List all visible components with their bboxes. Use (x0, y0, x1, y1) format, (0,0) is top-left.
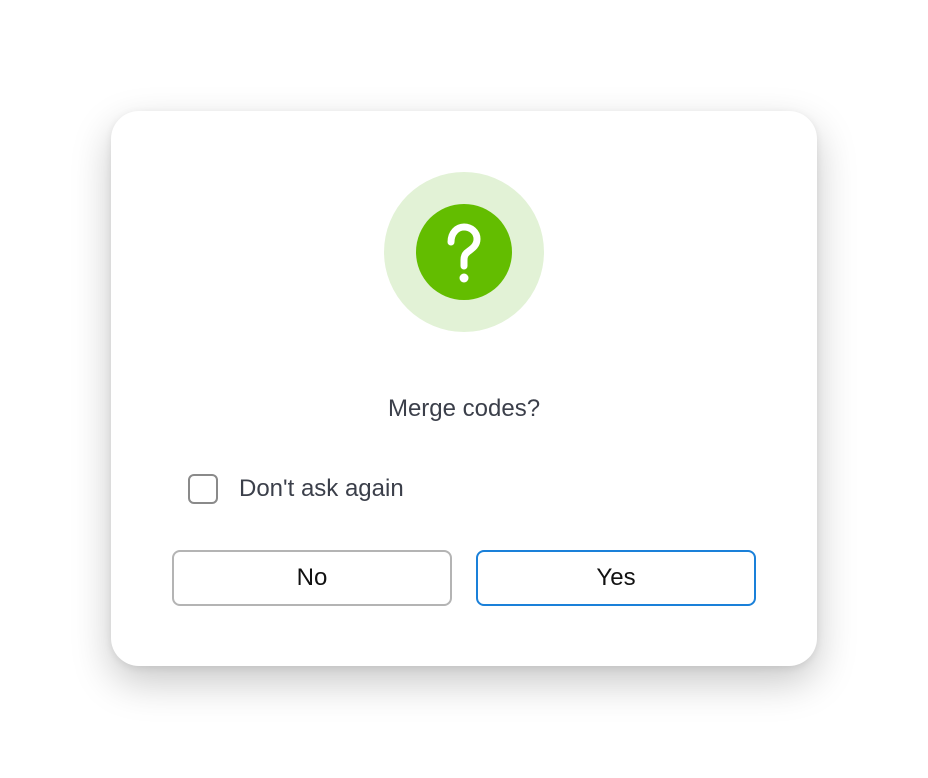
no-button[interactable]: No (172, 550, 452, 606)
checkbox-box[interactable] (188, 474, 218, 504)
question-icon-halo (384, 172, 544, 332)
dialog-message: Merge codes? (387, 395, 541, 422)
confirm-dialog: Merge codes? Don't ask again No Yes (111, 111, 817, 666)
question-mark-glyph (447, 223, 481, 283)
screen: Merge codes? Don't ask again No Yes (0, 0, 928, 778)
question-mark-icon (416, 204, 512, 300)
dont-ask-again-checkbox[interactable]: Don't ask again (188, 473, 404, 505)
checkbox-label: Don't ask again (239, 475, 404, 502)
yes-button[interactable]: Yes (476, 550, 756, 606)
